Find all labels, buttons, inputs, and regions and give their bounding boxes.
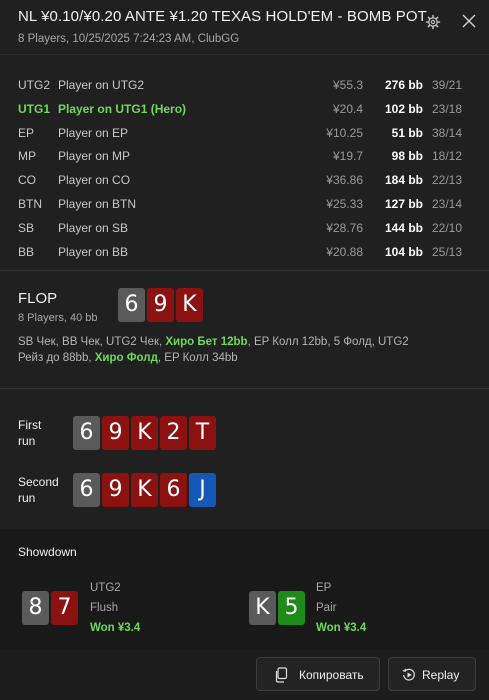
flop-actions: SB Чек, BB Чек, UTG2 Чек, Хиро Бет 12bb,…	[18, 334, 418, 366]
player-row[interactable]: EP Player on EP ¥10.25 51 bb 38/14	[0, 124, 489, 142]
playing-card: 8	[22, 591, 49, 625]
run-label-line: run	[18, 491, 36, 505]
player-row[interactable]: CO Player on CO ¥36.86 184 bb 22/13	[0, 171, 489, 189]
player-position: UTG2	[18, 78, 51, 92]
player-name: Player on SB	[58, 220, 129, 235]
run-label-second: Second run	[18, 474, 59, 506]
hand-title: NL ¥0.10/¥0.20 ANTE ¥1.20 TEXAS HOLD'EM …	[18, 8, 427, 25]
playing-card: 6	[73, 416, 100, 450]
playing-card: 6	[118, 288, 145, 322]
players-divider	[0, 270, 489, 271]
playing-card: 2	[160, 416, 187, 450]
replay-button[interactable]: Replay	[388, 657, 476, 691]
player-stack-bb: 51 bb	[391, 125, 423, 140]
player-row[interactable]: BTN Player on BTN ¥25.33 127 bb 23/14	[0, 195, 489, 213]
player-stats: 22/13	[431, 173, 462, 188]
player-row[interactable]: SB Player on SB ¥28.76 144 bb 22/10	[0, 219, 489, 237]
player-stats: 38/14	[431, 125, 462, 140]
run-label-first: First run	[18, 417, 41, 449]
flop-divider	[0, 388, 489, 389]
player-name: Player on BTN	[58, 197, 137, 211]
player-position: BB	[18, 244, 35, 259]
player-stack-bb: 127 bb	[384, 197, 423, 211]
playing-card: J	[189, 473, 216, 507]
playing-card: T	[189, 416, 216, 450]
replay-icon	[402, 668, 416, 685]
playing-card: K	[131, 473, 158, 507]
player-stack: ¥55.3	[332, 78, 363, 92]
player-stack: ¥25.33	[326, 197, 363, 211]
player-name: Player on UTG1 (Hero)	[58, 101, 187, 116]
player-stack: ¥36.86	[326, 173, 363, 188]
player-stack-bb: 276 bb	[384, 78, 423, 92]
header: NL ¥0.10/¥0.20 ANTE ¥1.20 TEXAS HOLD'EM …	[0, 0, 489, 54]
player-stats: 23/18	[431, 101, 462, 116]
showdown-won: Won ¥3.4	[90, 622, 141, 634]
player-stack-bb: 102 bb	[384, 101, 423, 116]
player-stats: 22/10	[431, 220, 462, 235]
player-stack: ¥19.7	[332, 149, 363, 164]
player-stack: ¥10.25	[326, 125, 363, 140]
copy-icon	[274, 667, 288, 686]
player-stack-bb: 184 bb	[384, 173, 423, 188]
playing-card: 9	[102, 473, 129, 507]
action-text: SB Чек, BB Чек, UTG2 Чек,	[18, 336, 166, 348]
hero-action: Хиро Фолд	[94, 352, 158, 364]
showdown-won: Won ¥3.4	[316, 622, 367, 634]
player-stats: 18/12	[431, 149, 462, 164]
playing-card: 9	[147, 288, 174, 322]
player-name: Player on CO	[58, 173, 131, 188]
copy-button-label: Копировать	[299, 668, 364, 682]
run-label-line: run	[18, 434, 36, 448]
showdown-label: Showdown	[18, 545, 77, 559]
player-stack: ¥28.76	[326, 220, 363, 235]
playing-card: 6	[160, 473, 187, 507]
hero-action: Хиро Бет 12bb	[165, 336, 248, 348]
player-stack-bb: 144 bb	[384, 220, 423, 235]
playing-card: 7	[51, 591, 78, 625]
player-row[interactable]: BB Player on BB ¥20.88 104 bb 25/13	[0, 243, 489, 261]
hand-subtitle: 8 Players, 10/25/2025 7:24:23 AM, ClubGG	[18, 33, 240, 45]
player-position: EP	[18, 125, 35, 140]
player-position: CO	[18, 173, 36, 188]
action-text: , EP Колл 34bb	[157, 352, 238, 364]
player-position: BTN	[18, 197, 42, 211]
copy-button[interactable]: Копировать	[256, 657, 380, 691]
player-stack-bb: 104 bb	[384, 244, 423, 259]
replay-button-label: Replay	[422, 668, 460, 682]
showdown-pos: EP	[316, 582, 332, 594]
player-position: UTG1	[18, 101, 51, 116]
header-divider	[0, 54, 489, 55]
player-row[interactable]: MP Player on MP ¥19.7 98 bb 18/12	[0, 147, 489, 165]
player-position: SB	[18, 220, 35, 235]
player-stats: 39/21	[431, 78, 462, 92]
playing-card: 9	[102, 416, 129, 450]
run-label-line: Second	[18, 475, 59, 489]
gear-icon[interactable]	[425, 14, 441, 30]
player-row[interactable]: UTG2 Player on UTG2 ¥55.3 276 bb 39/21	[0, 76, 489, 94]
run-label-line: First	[18, 418, 42, 432]
street-label: FLOP	[18, 290, 58, 307]
playing-card: 5	[278, 591, 305, 625]
showdown-hand: Pair	[316, 602, 337, 614]
player-position: MP	[18, 149, 36, 164]
showdown-pos: UTG2	[90, 582, 121, 594]
player-stats: 25/13	[431, 244, 462, 259]
playing-card: 6	[73, 473, 100, 507]
player-stack: ¥20.4	[332, 101, 363, 116]
street-info: 8 Players, 40 bb	[18, 312, 98, 324]
player-name: Player on UTG2	[58, 78, 145, 92]
playing-card: K	[131, 416, 158, 450]
playing-card: K	[249, 591, 276, 625]
player-name: Player on BB	[58, 244, 129, 259]
player-row-hero[interactable]: UTG1 Player on UTG1 (Hero) ¥20.4 102 bb 23/1…	[0, 100, 489, 118]
player-name: Player on MP	[58, 149, 131, 164]
showdown-hand: Flush	[90, 602, 119, 614]
player-name: Player on EP	[58, 125, 129, 140]
playing-card: K	[176, 288, 203, 322]
player-stack-bb: 98 bb	[391, 149, 423, 164]
player-stack: ¥20.88	[326, 244, 363, 259]
player-stats: 23/14	[431, 197, 462, 211]
close-icon[interactable]	[461, 13, 477, 29]
